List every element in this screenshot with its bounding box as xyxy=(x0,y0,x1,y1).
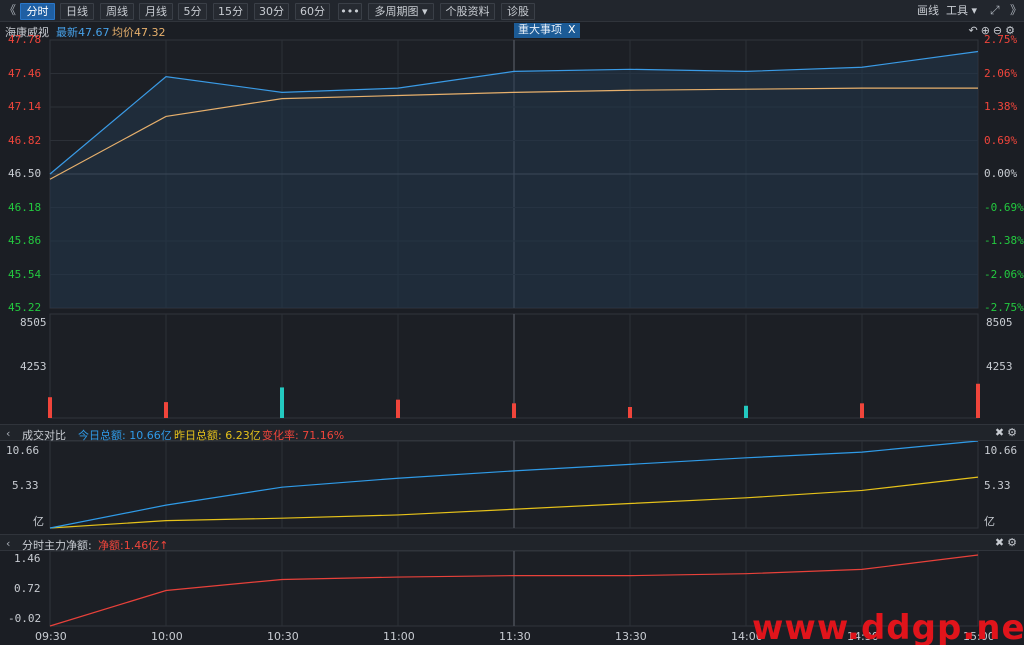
percent-axis-label: 2.75% xyxy=(984,33,1018,46)
price-axis-label: 47.78 xyxy=(8,33,42,46)
compare-axis-label: 5.33 xyxy=(12,479,39,492)
price-axis-label: 46.50 xyxy=(8,167,42,180)
percent-axis-label: -2.75% xyxy=(984,301,1024,314)
time-axis-label: 11:00 xyxy=(383,630,415,643)
percent-axis-label: -0.69% xyxy=(984,200,1024,214)
price-area xyxy=(50,51,978,308)
yesterday-turnover: 昨日总额: 6.23亿 xyxy=(174,429,261,442)
compare-axis-label: 亿 xyxy=(984,515,995,528)
collapse-arrow-icon[interactable]: ‹ xyxy=(6,537,10,550)
volume-bar xyxy=(280,387,284,418)
volume-axis-label: 8505 xyxy=(986,316,1013,329)
time-axis-label: 09:30 xyxy=(35,630,67,643)
compare-title: 成交对比 xyxy=(22,429,66,442)
percent-axis-label: 1.38% xyxy=(984,100,1018,113)
volume-bar xyxy=(628,406,632,418)
volume-bar xyxy=(48,397,52,418)
close-icon[interactable]: ✖ xyxy=(995,426,1007,439)
time-axis-label: 11:30 xyxy=(499,630,531,643)
volume-bar xyxy=(860,403,864,418)
percent-axis-label: 0.00% xyxy=(984,167,1018,180)
price-axis-label: 45.54 xyxy=(8,267,42,281)
flow-axis-label: 1.46 xyxy=(14,552,41,565)
net-flow-value: 净额:1.46亿↑ xyxy=(98,539,169,552)
flow-title: 分时主力净额: xyxy=(22,539,92,552)
volume-bar xyxy=(744,405,748,418)
percent-axis-label: 0.69% xyxy=(984,133,1018,147)
volume-bar xyxy=(164,402,168,418)
compare-axis-label: 5.33 xyxy=(984,479,1011,492)
percent-axis-label: -1.38% xyxy=(984,234,1024,247)
volume-bar xyxy=(976,383,980,418)
today-turnover: 今日总额: 10.66亿 xyxy=(78,429,172,442)
price-axis-label: 46.18 xyxy=(8,200,42,214)
time-axis-label: 10:30 xyxy=(267,630,299,643)
close-icon[interactable]: ✖ xyxy=(995,536,1007,549)
volume-axis-label: 4253 xyxy=(20,360,47,373)
price-axis-label: 47.46 xyxy=(8,66,42,80)
watermark: www.ddgp.net xyxy=(752,608,1024,645)
turnover-compare-header: ‹ 成交对比 今日总额: 10.66亿 昨日总额: 6.23亿 变化率: 71.… xyxy=(0,424,1024,442)
flow-axis-label: 0.72 xyxy=(14,582,41,595)
compare-axis-label: 10.66 xyxy=(984,444,1018,457)
compare-axis-label: 10.66 xyxy=(6,444,40,457)
price-axis-label: 46.82 xyxy=(8,133,42,147)
percent-axis-label: -2.06% xyxy=(984,267,1024,281)
panel-controls[interactable]: ✖⚙ xyxy=(995,536,1020,549)
settings-icon[interactable]: ⚙ xyxy=(1007,426,1020,439)
panel-controls[interactable]: ✖⚙ xyxy=(995,426,1020,439)
compare-axis-label: 亿 xyxy=(33,515,44,528)
price-axis-label: 45.86 xyxy=(8,234,42,247)
volume-bar xyxy=(512,403,516,418)
settings-icon[interactable]: ⚙ xyxy=(1007,536,1020,549)
flow-axis-label: -0.02 xyxy=(8,612,42,625)
volume-axis-label: 4253 xyxy=(986,360,1013,373)
time-axis-label: 10:00 xyxy=(151,630,183,643)
volume-bar xyxy=(396,399,400,418)
collapse-arrow-icon[interactable]: ‹ xyxy=(6,427,10,440)
percent-axis-label: 2.06% xyxy=(984,66,1018,80)
price-axis-label: 47.14 xyxy=(8,100,42,113)
price-axis-label: 45.22 xyxy=(8,301,42,314)
change-rate: 变化率: 71.16% xyxy=(262,429,345,442)
time-axis-label: 13:30 xyxy=(615,630,647,643)
main-flow-header: ‹ 分时主力净额: 净额:1.46亿↑ ✖⚙ xyxy=(0,534,1024,552)
volume-axis-label: 8505 xyxy=(20,316,47,329)
